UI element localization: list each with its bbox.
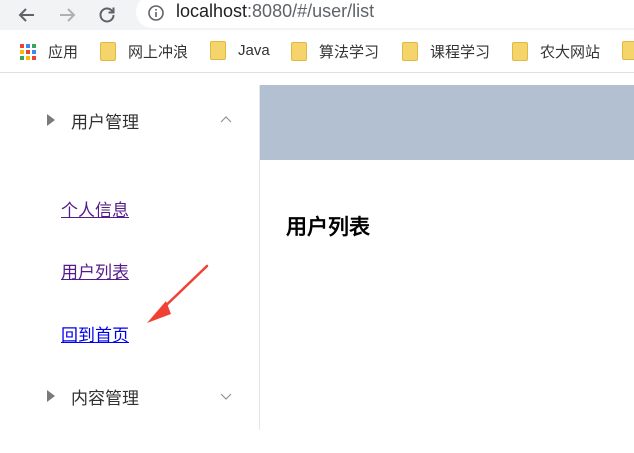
- reload-icon: [99, 7, 115, 23]
- forward-arrow-icon: [60, 8, 76, 22]
- folder-icon: [402, 42, 418, 61]
- page-title: 用户列表: [286, 216, 370, 239]
- apps-grid-icon: [20, 43, 36, 60]
- bookmark-surfing[interactable]: 网上冲浪: [100, 41, 188, 62]
- forward-button[interactable]: [54, 2, 80, 28]
- address-bar[interactable]: localhost:8080/#/user/list: [136, 0, 634, 28]
- bookmark-algorithms[interactable]: 算法学习: [291, 41, 379, 62]
- submenu-title-label: 用户管理: [71, 112, 139, 132]
- reload-button[interactable]: [94, 2, 120, 28]
- menu-item-back-home[interactable]: 回到首页: [61, 321, 129, 346]
- folder-icon: [291, 42, 307, 61]
- submenu-title-label: 内容管理: [71, 388, 139, 408]
- chevron-down-icon: [220, 393, 232, 400]
- caret-right-icon: [47, 390, 55, 402]
- bookmark-java[interactable]: Java: [210, 41, 270, 60]
- bookmark-apps[interactable]: 应用: [20, 41, 78, 62]
- bookmark-overflow[interactable]: [622, 41, 634, 60]
- chevron-up-icon: [220, 116, 232, 123]
- bookmarks-bar: 应用 网上冲浪 Java 算法学习 课程学习 农大网站: [0, 30, 634, 73]
- sidebar-menu: 用户管理 个人信息 用户列表 回到首页 内容管理: [0, 85, 260, 430]
- caret-right-icon: [47, 114, 55, 126]
- url-text: localhost:8080/#/user/list: [176, 1, 375, 21]
- back-arrow-icon: [18, 8, 34, 22]
- folder-icon: [100, 42, 116, 61]
- menu-item-profile[interactable]: 个人信息: [61, 196, 129, 221]
- menu-item-user-list[interactable]: 用户列表: [61, 258, 129, 283]
- annotation-arrow-icon: [147, 264, 209, 323]
- submenu-content-management[interactable]: 内容管理: [0, 368, 259, 424]
- bookmark-university[interactable]: 农大网站: [512, 41, 600, 62]
- bookmark-courses[interactable]: 课程学习: [402, 41, 490, 62]
- folder-icon: [512, 42, 528, 61]
- folder-icon: [622, 41, 634, 60]
- main-header: [260, 85, 634, 160]
- info-icon[interactable]: [148, 5, 164, 21]
- folder-icon: [210, 41, 226, 60]
- submenu-user-management[interactable]: 用户管理: [0, 92, 259, 148]
- browser-toolbar: localhost:8080/#/user/list: [0, 0, 634, 30]
- back-button[interactable]: [14, 2, 40, 28]
